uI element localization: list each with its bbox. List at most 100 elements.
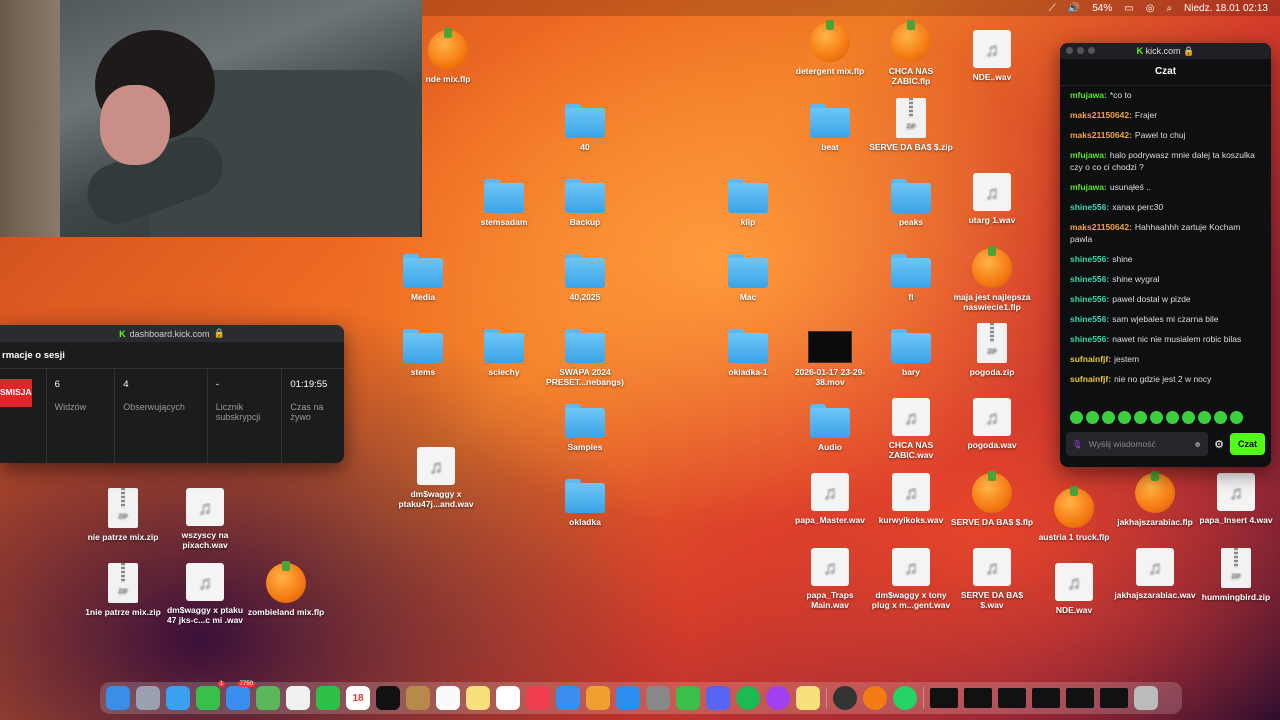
desktop-icon[interactable]: ZIP pogoda.zip (950, 323, 1034, 377)
battery-percent[interactable]: 54% (1092, 3, 1112, 14)
music-icon[interactable] (526, 686, 550, 710)
desktop-icon[interactable]: ZIP 1nie patrze mix.zip (81, 563, 165, 617)
finder-icon[interactable] (106, 686, 130, 710)
chat-username[interactable]: sufnainfjf: (1070, 374, 1111, 384)
desktop-icon[interactable]: ♫ papa_Traps Main.wav (788, 548, 872, 610)
desktop-icon[interactable]: Mac (706, 250, 790, 302)
minimized-window[interactable] (1032, 688, 1060, 708)
chat-username[interactable]: shine556: (1070, 202, 1109, 212)
safari-icon[interactable] (166, 686, 190, 710)
contacts-icon[interactable] (406, 686, 430, 710)
desktop-icon[interactable]: jakhajszarabiac.flp (1113, 471, 1197, 527)
emote-icon[interactable] (1134, 410, 1147, 424)
desktop-icon[interactable]: 2026-01-17 23-29-38.mov (788, 325, 872, 387)
messenger-icon[interactable] (766, 686, 790, 710)
emote-icon[interactable] (1166, 410, 1179, 424)
chat-title-bar[interactable]: K kick.com 🔒 (1060, 43, 1271, 59)
calendar-icon[interactable]: 18 (346, 686, 370, 710)
emote-icon[interactable] (1150, 410, 1163, 424)
menu-bar-clock[interactable]: Niedz. 18.01 02:13 (1184, 3, 1268, 14)
desktop-icon[interactable]: ♫ pogoda.wav (950, 398, 1034, 450)
messages-icon[interactable]: 1 (196, 681, 225, 710)
desktop-icon[interactable]: stems (381, 325, 465, 377)
system-settings-icon[interactable] (646, 686, 670, 710)
emote-icon[interactable] (1182, 410, 1195, 424)
chat-username[interactable]: maks21150642: (1070, 130, 1132, 140)
desktop-icon[interactable]: ZIP nie patrze mix.zip (81, 488, 165, 542)
desktop-icon[interactable]: ZIP SERVE DA BA$ $.zip (869, 98, 953, 152)
desktop-icon[interactable]: fl (869, 250, 953, 302)
desktop-icon[interactable]: Media (381, 250, 465, 302)
emote-icon[interactable] (1118, 410, 1131, 424)
facetime-icon[interactable] (316, 686, 340, 710)
chat-username[interactable]: maks21150642: (1070, 110, 1132, 120)
photos-icon[interactable] (286, 686, 310, 710)
apple-tv-icon[interactable] (376, 686, 400, 710)
mail-icon[interactable]: 7750 (226, 681, 255, 710)
chat-username[interactable]: mfujawa: (1070, 150, 1107, 160)
desktop-icon[interactable]: ♫ papa_Insert 4.wav (1194, 473, 1278, 525)
dashboard-window[interactable]: K dashboard.kick.com 🔒 rmacje o sesji SM… (0, 325, 344, 463)
settings-gear-icon[interactable]: ⚙ (1214, 438, 1224, 451)
desktop-icon[interactable]: beat (788, 100, 872, 152)
chat-window[interactable]: K kick.com 🔒 Czat mfujawa: *co to maks2115… (1060, 43, 1271, 467)
desktop-icon[interactable]: peaks (869, 175, 953, 227)
maps-icon[interactable] (256, 686, 280, 710)
emote-icon[interactable] (1086, 410, 1099, 424)
desktop-icon[interactable]: ♫ NDE.wav (1032, 563, 1116, 615)
desktop-icon[interactable]: ♫ dm$waggy x ptaku47j...and.wav (394, 447, 478, 509)
reminders-icon[interactable] (436, 686, 460, 710)
desktop-icon[interactable]: austria 1 truck.flp (1032, 486, 1116, 542)
desktop-icon[interactable]: 40,2025 (543, 250, 627, 302)
desktop-icon[interactable]: sciechy (462, 325, 546, 377)
emote-icon[interactable] (1230, 410, 1243, 424)
emote-icon[interactable] (1198, 410, 1211, 424)
desktop-icon[interactable]: nde mix.flp (406, 28, 490, 84)
chat-username[interactable]: shine556: (1070, 274, 1109, 284)
pages-icon[interactable] (586, 686, 610, 710)
desktop-icon[interactable]: ZIP hummingbird.zip (1194, 548, 1278, 602)
obs-icon[interactable] (833, 686, 857, 710)
minimized-window[interactable] (1066, 688, 1094, 708)
chat-username[interactable]: mfujawa: (1070, 182, 1107, 192)
trash-icon[interactable] (1134, 686, 1158, 710)
desktop-icon[interactable]: ♫ NDE..wav (950, 30, 1034, 82)
search-icon[interactable]: ⌕ (1166, 3, 1172, 14)
desktop-icon[interactable]: Samples (543, 400, 627, 452)
desktop-icon[interactable]: okladka (543, 475, 627, 527)
emote-bar[interactable] (1060, 406, 1271, 428)
desktop-icon[interactable]: ♫ papa_Master.wav (788, 473, 872, 525)
desktop-icon[interactable]: detergent mix.flp (788, 20, 872, 76)
launchpad-icon[interactable] (136, 686, 160, 710)
chat-username[interactable]: shine556: (1070, 334, 1109, 344)
chat-username[interactable]: sufnainfjf: (1070, 354, 1111, 364)
emote-icon[interactable] (1214, 410, 1227, 424)
desktop-icon[interactable]: ♫ dm$waggy x tony plug x m...gent.wav (869, 548, 953, 610)
spotify-icon[interactable] (736, 686, 760, 710)
desktop-icon[interactable]: ♫ dm$waggy x ptaku 47 jks-c...c mi .wav (163, 563, 247, 625)
wifi-off-icon[interactable]: ⟋ (1049, 3, 1056, 14)
app-store-icon[interactable] (616, 686, 640, 710)
desktop-icon[interactable]: Backup (543, 175, 627, 227)
emote-icon[interactable] (1070, 410, 1083, 424)
chat-username[interactable]: maks21150642: (1070, 222, 1132, 232)
fl-studio-icon[interactable] (863, 686, 887, 710)
desktop-icon[interactable]: Audio (788, 400, 872, 452)
microphone-icon[interactable]: 🎙 (1072, 439, 1083, 450)
desktop-icon[interactable]: klip (706, 175, 790, 227)
desktop-icon[interactable]: zombieland mix.flp (244, 561, 328, 617)
keynote-icon[interactable] (556, 686, 580, 710)
freeform-icon[interactable] (496, 686, 520, 710)
discord-icon[interactable] (706, 686, 730, 710)
chat-messages[interactable]: mfujawa: *co to maks21150642: Frajer maks211… (1060, 86, 1271, 406)
volume-icon[interactable]: 🔊 (1068, 3, 1080, 14)
emote-icon[interactable] (1102, 410, 1115, 424)
notes-icon[interactable] (466, 686, 490, 710)
desktop-icon[interactable]: okladka-1 (706, 325, 790, 377)
desktop-icon[interactable]: ♫ wszyscy na pixach.wav (163, 488, 247, 550)
desktop-icon[interactable]: maja jest najlepsza naswiecie1.flp (950, 246, 1034, 312)
chat-username[interactable]: shine556: (1070, 254, 1109, 264)
desktop-icon[interactable]: 40 (543, 100, 627, 152)
desktop-icon[interactable]: SERVE DA BA$ $.flp (950, 471, 1034, 527)
desktop-icon[interactable]: ♫ CHCA NAS ZABIC.wav (869, 398, 953, 460)
